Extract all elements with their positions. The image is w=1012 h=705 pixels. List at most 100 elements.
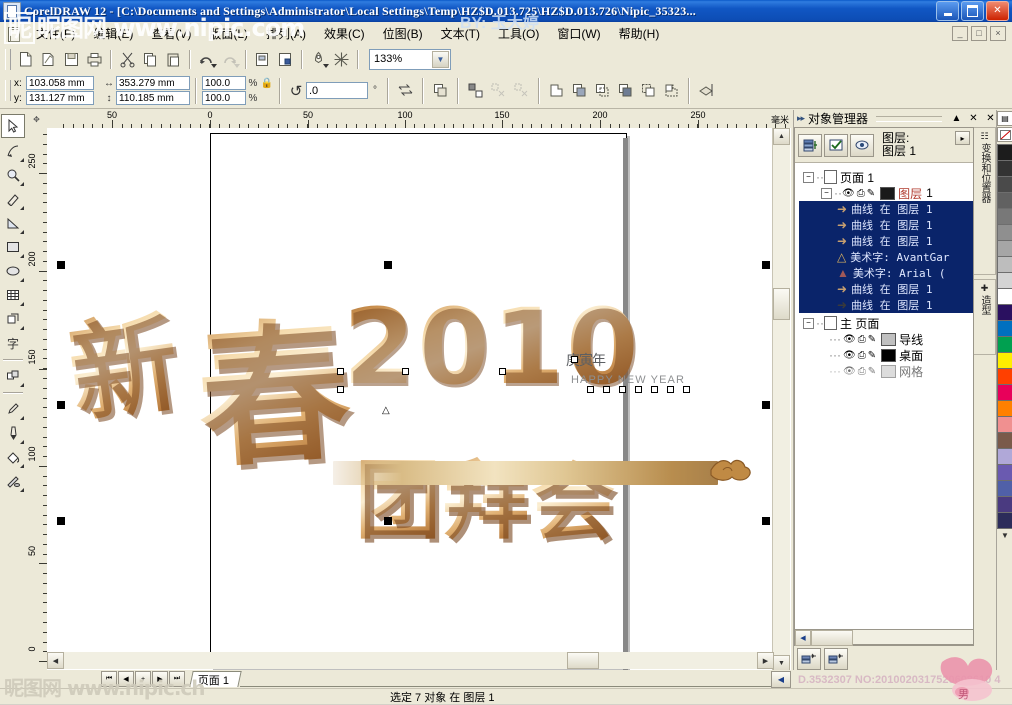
selection-handle-s[interactable] [384, 517, 392, 525]
layer-print-icon[interactable]: ⎙ [858, 366, 866, 377]
text-node-marker[interactable] [619, 386, 626, 393]
tree-object-row[interactable]: ▲ 美术字: Arial ( [799, 265, 973, 281]
interactive-blend-tool[interactable] [2, 365, 24, 387]
tree-object-row[interactable]: ➜ 曲线 在 图层 1 [799, 297, 973, 313]
palette-swatch[interactable] [997, 304, 1012, 320]
text-node-marker[interactable] [635, 386, 642, 393]
undo-dropdown-arrow[interactable] [211, 64, 217, 68]
zoom-level-combo[interactable]: 133% ▼ [369, 48, 451, 70]
text-node-marker[interactable] [603, 386, 610, 393]
polygon-tool-flyout-arrow[interactable] [20, 322, 24, 330]
outline-tool-flyout-arrow[interactable] [20, 436, 24, 444]
vertical-scroll-thumb[interactable] [773, 288, 790, 320]
trim-icon[interactable] [568, 80, 591, 102]
layer-color-swatch[interactable] [881, 332, 897, 346]
chevron-down-icon[interactable]: ▼ [432, 50, 449, 68]
palette-swatch[interactable] [997, 256, 1012, 272]
selection-handle-w[interactable] [57, 401, 65, 409]
save-icon[interactable] [60, 48, 83, 70]
print-icon[interactable] [83, 48, 106, 70]
cut-icon[interactable] [116, 48, 139, 70]
palette-swatch[interactable] [997, 352, 1012, 368]
freehand-tool-flyout-arrow[interactable] [20, 202, 24, 210]
vertical-scrollbar[interactable]: ▲ ▼ [772, 128, 790, 672]
palette-swatch[interactable] [997, 416, 1012, 432]
layer-edit-icon[interactable]: ✎ [868, 350, 876, 361]
artwork-group[interactable]: 新 春 团 拜 会 2010 庚寅年 HAPPY NEW YEAR △ [47, 261, 791, 552]
undo-icon[interactable] [195, 48, 218, 70]
menu-tools[interactable]: 工具(O) [489, 22, 548, 46]
menu-text[interactable]: 文本(T) [432, 22, 489, 46]
art-char-bai[interactable]: 拜 [443, 430, 529, 555]
ellipse-tool-flyout-arrow[interactable] [20, 274, 24, 282]
group-icon[interactable] [429, 80, 452, 102]
docker-tab-transformations[interactable]: ☷ 变换和位置器 [974, 127, 996, 275]
layer-edit-icon[interactable]: ✎ [868, 334, 876, 345]
blend-tool-flyout-arrow[interactable] [20, 379, 24, 387]
zoom-tool[interactable] [2, 164, 24, 186]
tree-node-master-page[interactable]: − ·· 主 页面 [799, 315, 973, 331]
expand-toggle-layer[interactable]: − [821, 187, 832, 199]
layer-edit-icon[interactable]: ✎ [867, 188, 875, 199]
art-char-tuan[interactable]: 团 [355, 430, 441, 555]
horizontal-ruler[interactable]: 毫米 50 0 50 100 150 200 250 [47, 110, 791, 129]
color-palette[interactable]: ▤ ▼ [996, 110, 1012, 670]
pick-tool[interactable] [1, 114, 25, 138]
ungroup-all-2-icon[interactable] [510, 80, 533, 102]
x-position-field[interactable]: 103.058 mm [26, 76, 94, 90]
page-tab-1[interactable]: 页面 1 [189, 671, 242, 687]
vertical-ruler[interactable]: 250 200 150 100 50 0 [26, 128, 48, 670]
palette-swatches[interactable] [997, 144, 1012, 529]
selection-handle-sw[interactable] [57, 517, 65, 525]
expand-icon[interactable]: ▸ [955, 131, 970, 145]
tree-object-row[interactable]: ➜ 曲线 在 图层 1 [799, 201, 973, 217]
palette-swatch[interactable] [997, 448, 1012, 464]
menu-help[interactable]: 帮助(H) [610, 22, 669, 46]
palette-swatch[interactable] [997, 208, 1012, 224]
tree-object-row[interactable]: △ 美术字: AvantGar [799, 249, 973, 265]
palette-swatch[interactable] [997, 240, 1012, 256]
palette-scroll-down-icon[interactable]: ▼ [1001, 531, 1009, 540]
text-node-marker[interactable] [499, 368, 506, 375]
selection-handle-nw[interactable] [57, 261, 65, 269]
rotation-angle-field[interactable]: .0 [306, 82, 368, 99]
import-icon[interactable] [251, 48, 274, 70]
object-width-field[interactable]: 353.279 mm [116, 76, 190, 90]
palette-swatch[interactable] [997, 432, 1012, 448]
palette-swatch[interactable] [997, 192, 1012, 208]
smart-drawing-tool[interactable] [2, 212, 24, 234]
layer-visibility-icon[interactable]: 👁 [843, 350, 856, 361]
mdi-close-button[interactable]: × [990, 26, 1006, 41]
text-node-marker[interactable] [683, 386, 690, 393]
fill-tool-flyout-arrow[interactable] [20, 460, 24, 468]
gold-ribbon[interactable] [333, 461, 718, 485]
text-node-marker[interactable] [337, 386, 344, 393]
menu-edit[interactable]: 编辑(E) [84, 22, 142, 46]
text-tool[interactable]: 字 [2, 332, 24, 354]
graph-paper-tool[interactable] [2, 284, 24, 306]
cloud-ornament-icon[interactable] [707, 450, 753, 488]
tree-master-layer-row[interactable]: ··· 👁 ⎙ ✎ 网格 [799, 363, 973, 379]
edit-across-layers-icon[interactable] [850, 133, 874, 157]
redo-icon[interactable] [218, 48, 241, 70]
ungroup-icon[interactable] [464, 80, 487, 102]
rectangle-tool-flyout-arrow[interactable] [20, 250, 24, 258]
layer-color-swatch[interactable] [881, 364, 897, 378]
object-height-field[interactable]: 110.185 mm [116, 91, 190, 105]
text-node-marker[interactable] [651, 386, 658, 393]
palette-swatch[interactable] [997, 320, 1012, 336]
palette-swatch[interactable] [997, 336, 1012, 352]
shape-tool-flyout-arrow[interactable] [20, 154, 24, 162]
palette-swatch[interactable] [997, 272, 1012, 288]
art-happy-new-year[interactable]: HAPPY NEW YEAR [571, 374, 685, 386]
scroll-left-icon[interactable]: ◀ [795, 630, 811, 646]
front-minus-back-icon[interactable] [637, 80, 660, 102]
palette-swatch[interactable] [997, 464, 1012, 480]
palette-swatch[interactable] [997, 496, 1012, 512]
palette-swatch[interactable] [997, 160, 1012, 176]
simplify-icon[interactable] [614, 80, 637, 102]
docker-close-icon[interactable]: ✕ [967, 112, 980, 125]
add-page-icon[interactable]: + [135, 671, 151, 687]
drawing-canvas[interactable]: 新 春 团 拜 会 2010 庚寅年 HAPPY NEW YEAR △ [47, 128, 791, 670]
polygon-tool[interactable] [2, 308, 24, 330]
